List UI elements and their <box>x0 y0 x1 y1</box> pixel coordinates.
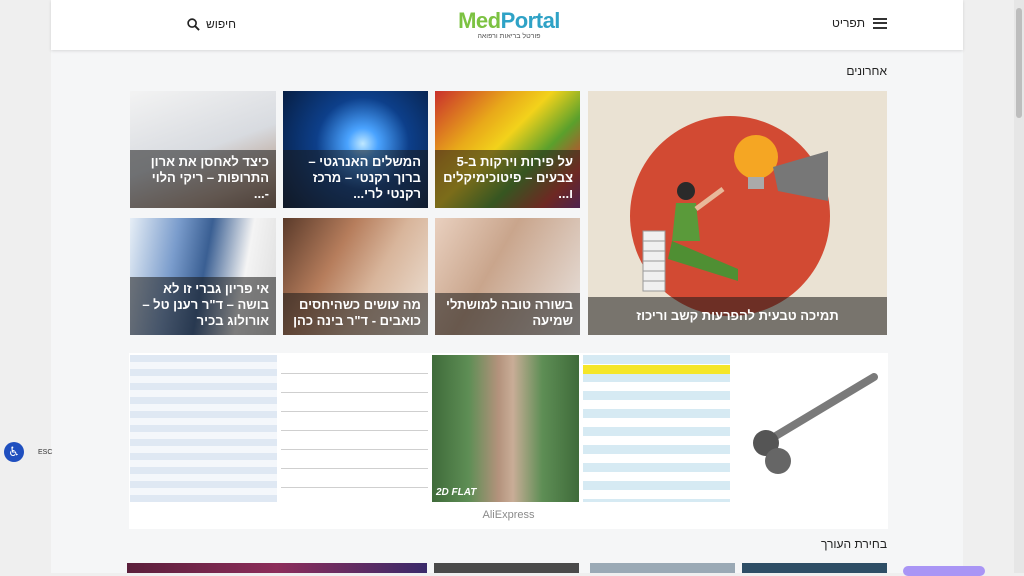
logo-med: Med <box>458 8 501 33</box>
site-header: תפריט MedPortal פורטל בריאות ורפואה חיפו… <box>51 0 963 50</box>
editor-card-2[interactable] <box>434 563 579 573</box>
menu-button[interactable]: תפריט <box>832 16 887 30</box>
article-card-fruits[interactable]: על פירות וירקות ב-5 צבעים – פיטוכימיקלים… <box>435 91 580 208</box>
featured-article-card[interactable]: תמיכה טבעית להפרעות קשב וריכוז <box>588 91 887 335</box>
accessibility-icon[interactable]: ♿ <box>4 442 24 462</box>
article-caption: על פירות וירקות ב-5 צבעים – פיטוכימיקלים… <box>435 150 580 208</box>
ad-product-dress[interactable]: 2D FLAT <box>432 355 579 502</box>
search-label: חיפוש <box>206 17 236 31</box>
article-caption: אי פריון גברי זו לא בושה – ד"ר רענן טל –… <box>130 277 276 335</box>
article-card-relationships[interactable]: מה עושים כשהיחסים כואבים - ד"ר בינה כהן <box>283 218 428 335</box>
ad-brand: AliExpress <box>482 509 535 521</box>
editor-card-3[interactable] <box>590 563 735 573</box>
esc-label: ESC <box>38 449 53 456</box>
section-title-editor: בחירת העורך <box>820 537 887 551</box>
menu-label: תפריט <box>832 16 865 30</box>
search-icon <box>187 17 200 31</box>
ad-product-spec-sheet[interactable] <box>281 355 428 502</box>
ad-banner[interactable]: 2D FLAT AliExpress <box>129 353 888 529</box>
ad-product-size-table[interactable] <box>130 355 277 502</box>
site-logo[interactable]: MedPortal פורטל בריאות ורפואה <box>454 8 564 41</box>
ad-badge: 2D FLAT <box>436 487 477 498</box>
scrollbar[interactable] <box>1014 0 1024 573</box>
article-caption: בשורה טובה למושתלי שמיעה <box>435 293 580 335</box>
search-button[interactable]: חיפוש <box>187 17 236 31</box>
scrollbar-thumb[interactable] <box>1016 8 1022 118</box>
ad-product-face-roller[interactable] <box>734 355 886 502</box>
chat-widget-button[interactable] <box>903 566 985 576</box>
featured-caption: תמיכה טבעית להפרעות קשב וריכוז <box>588 297 887 335</box>
ad-product-bolt-table[interactable] <box>583 355 730 502</box>
page: תפריט MedPortal פורטל בריאות ורפואה חיפו… <box>51 0 963 573</box>
article-caption: מה עושים כשהיחסים כואבים - ד"ר בינה כהן <box>283 293 428 335</box>
editor-card-1[interactable] <box>127 563 427 573</box>
article-card-energy[interactable]: המשלים האנרגטי – ברוך רקנטי – מרכז רקנטי… <box>283 91 428 208</box>
article-card-hearing[interactable]: בשורה טובה למושתלי שמיעה <box>435 218 580 335</box>
article-card-medicine[interactable]: כיצד לאחסן את ארון התרופות – ריקי הלוי -… <box>130 91 276 208</box>
editor-card-4[interactable] <box>742 563 887 573</box>
logo-tagline: פורטל בריאות ורפואה <box>477 33 541 40</box>
face-roller-icon <box>753 373 878 474</box>
article-caption: כיצד לאחסן את ארון התרופות – ריקי הלוי -… <box>130 150 276 208</box>
hamburger-icon <box>873 17 887 29</box>
logo-portal: Portal <box>500 8 561 33</box>
article-card-fertility[interactable]: אי פריון גברי זו לא בושה – ד"ר רענן טל –… <box>130 218 276 335</box>
article-caption: המשלים האנרגטי – ברוך רקנטי – מרכז רקנטי… <box>283 150 428 208</box>
section-title-recent: אחרונים <box>846 64 887 78</box>
